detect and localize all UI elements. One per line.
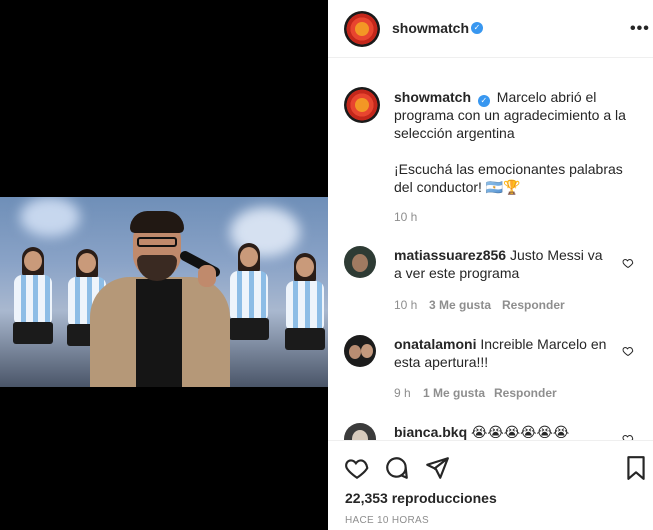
comment-time[interactable]: 10 h [394,298,417,312]
comment-username[interactable]: bianca.bkq [394,424,467,440]
save-bookmark-icon[interactable] [625,455,647,481]
media-panel[interactable] [0,0,328,530]
profile-avatar[interactable] [344,11,380,47]
view-count[interactable]: 22,353 reproducciones [345,490,497,506]
like-comment-icon[interactable] [622,345,634,357]
reply-button[interactable]: Responder [494,386,557,400]
comment-avatar[interactable] [344,246,376,278]
verified-badge-icon: ✓ [471,22,483,34]
host-glasses [137,237,177,247]
more-options-icon[interactable]: ••• [630,20,650,38]
like-comment-icon[interactable] [622,257,634,269]
caption-avatar[interactable] [344,87,380,123]
caption-second-line: ¡Escuchá las emocionantes palabras del c… [394,160,639,196]
share-send-icon[interactable] [424,455,450,481]
comment-avatar[interactable] [344,423,376,440]
like-heart-icon[interactable] [344,455,370,481]
like-comment-icon[interactable] [622,433,634,440]
comment-text: onatalamoni Increible Marcelo en esta ap… [394,335,609,371]
comment-username[interactable]: onatalamoni [394,336,476,352]
post-header: showmatch ✓ ••• [328,0,653,58]
post-timestamp[interactable]: HACE 10 HORAS [345,515,429,526]
video-player[interactable] [0,197,328,387]
host-hand [198,265,216,287]
comment-username[interactable]: matiassuarez856 [394,247,506,263]
host-hair [130,211,184,233]
post-actions: 22,353 reproducciones HACE 10 HORAS [328,440,653,530]
comment-body: 😭😭😭😭😭😭 [471,424,570,440]
comment-likes[interactable]: 1 Me gusta [423,386,485,400]
verified-badge-icon: ✓ [477,95,490,107]
caption-body-2: ¡Escuchá las emocionantes palabras del c… [394,161,623,195]
caption-username[interactable]: showmatch [394,89,471,105]
caption-text-block: showmatch ✓ Marcelo abrió el programa co… [394,88,639,142]
caption-time[interactable]: 10 h [394,210,417,224]
host-shirt [136,279,182,387]
comment-time[interactable]: 9 h [394,386,411,400]
stage-light [20,197,80,237]
comment-likes[interactable]: 3 Me gusta [429,298,491,312]
comment-avatar[interactable] [344,335,376,367]
comment-bubble-icon[interactable] [384,455,410,481]
comment-text: bianca.bkq 😭😭😭😭😭😭 [394,423,609,440]
header-username[interactable]: showmatch [392,20,469,36]
reply-button[interactable]: Responder [502,298,565,312]
comment-text: matiassuarez856 Justo Messi va a ver est… [394,246,609,282]
comments-section[interactable]: showmatch ✓ Marcelo abrió el programa co… [328,59,653,440]
